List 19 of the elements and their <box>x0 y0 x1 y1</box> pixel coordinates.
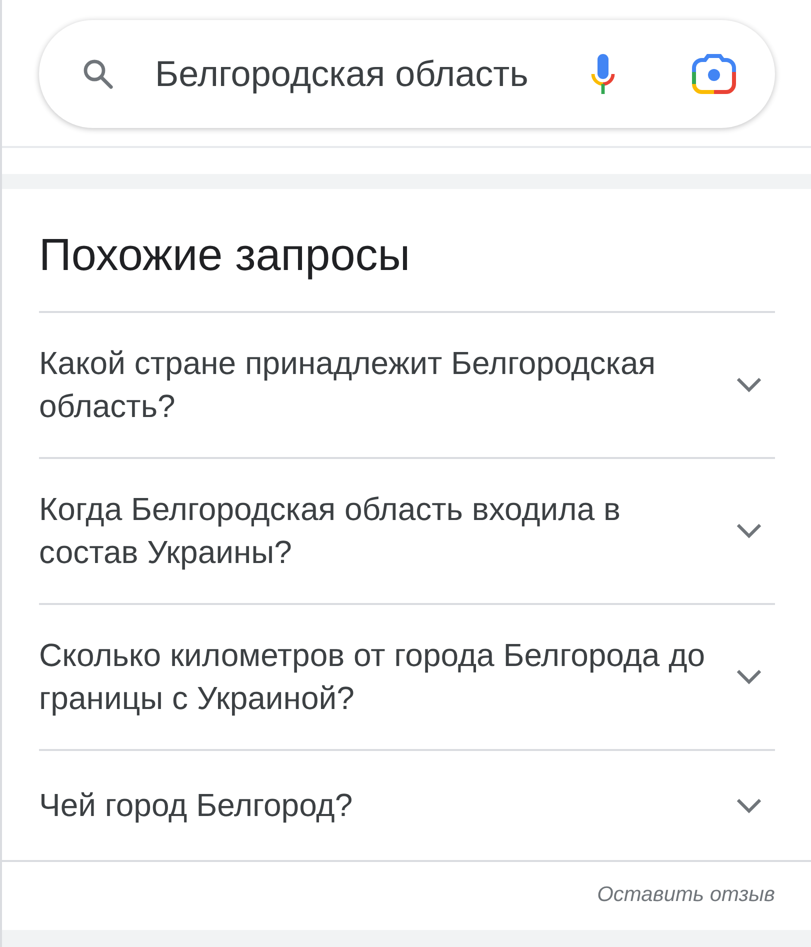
related-question[interactable]: Сколько километров от города Белгорода до границы с Украиной? <box>39 605 775 751</box>
camera-icon[interactable] <box>691 54 737 94</box>
related-question[interactable]: Чей город Белгород? <box>39 751 775 860</box>
search-bar[interactable]: Белгородская область <box>39 20 775 128</box>
search-icon[interactable] <box>83 59 113 89</box>
chevron-icon[interactable] <box>736 377 762 393</box>
chevron-icon[interactable] <box>736 798 762 814</box>
microphone-icon[interactable] <box>591 54 615 94</box>
chevron-icon[interactable] <box>736 523 762 539</box>
section-heading: Похожие запросы <box>39 189 775 313</box>
question-text: Сколько километров от города Белгорода до границы с Украиной? <box>39 636 706 718</box>
question-text: Чей город Белгород? <box>39 786 353 825</box>
related-question[interactable]: Какой стране принадлежит Белгородская область? <box>39 313 775 459</box>
search-query[interactable]: Белгородская область <box>155 53 591 95</box>
related-question[interactable]: Когда Белгородская область входила в состав Украины? <box>39 459 775 605</box>
chevron-icon[interactable] <box>736 669 762 685</box>
feedback-link[interactable]: Оставить отзыв <box>597 882 775 908</box>
question-text: Когда Белгородская область входила в состав Украины? <box>39 490 622 572</box>
question-text: Какой стране принадлежит Белгородская область? <box>39 344 657 426</box>
